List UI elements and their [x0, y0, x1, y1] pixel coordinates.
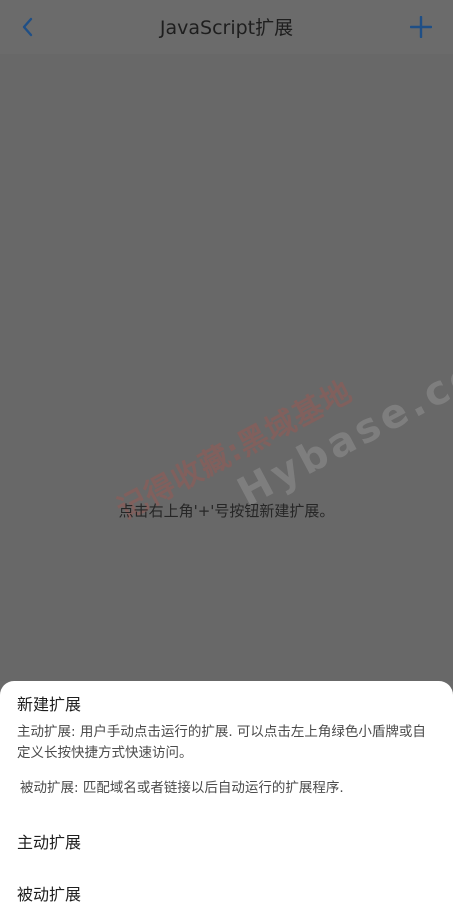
add-extension-button[interactable]: [407, 13, 435, 41]
new-extension-sheet: 新建扩展 主动扩展: 用户手动点击运行的扩展. 可以点击左上角绿色小盾牌或自定义…: [0, 681, 453, 909]
passive-extension-option[interactable]: 被动扩展: [17, 881, 81, 905]
extension-list-area: 记得收藏:黑域基地 Hybase.com 点击右上角'+'号按钮新建扩展。: [0, 54, 453, 681]
top-bar: JavaScript扩展: [0, 0, 453, 54]
sheet-title: 新建扩展: [17, 695, 82, 714]
plus-icon: [410, 16, 432, 38]
passive-extension-description: 被动扩展: 匹配域名或者链接以后自动运行的扩展程序.: [20, 780, 344, 796]
active-extension-description: 主动扩展: 用户手动点击运行的扩展. 可以点击左上角绿色小盾牌或自定义长按快捷方…: [17, 724, 426, 761]
watermark-en-text: Hybase.com: [230, 327, 453, 517]
active-extension-option[interactable]: 主动扩展: [17, 829, 81, 853]
empty-hint: 点击右上角'+'号按钮新建扩展。: [118, 502, 335, 520]
watermark: 记得收藏:黑域基地 Hybase.com: [40, 206, 453, 528]
page-title: JavaScript扩展: [159, 17, 294, 39]
